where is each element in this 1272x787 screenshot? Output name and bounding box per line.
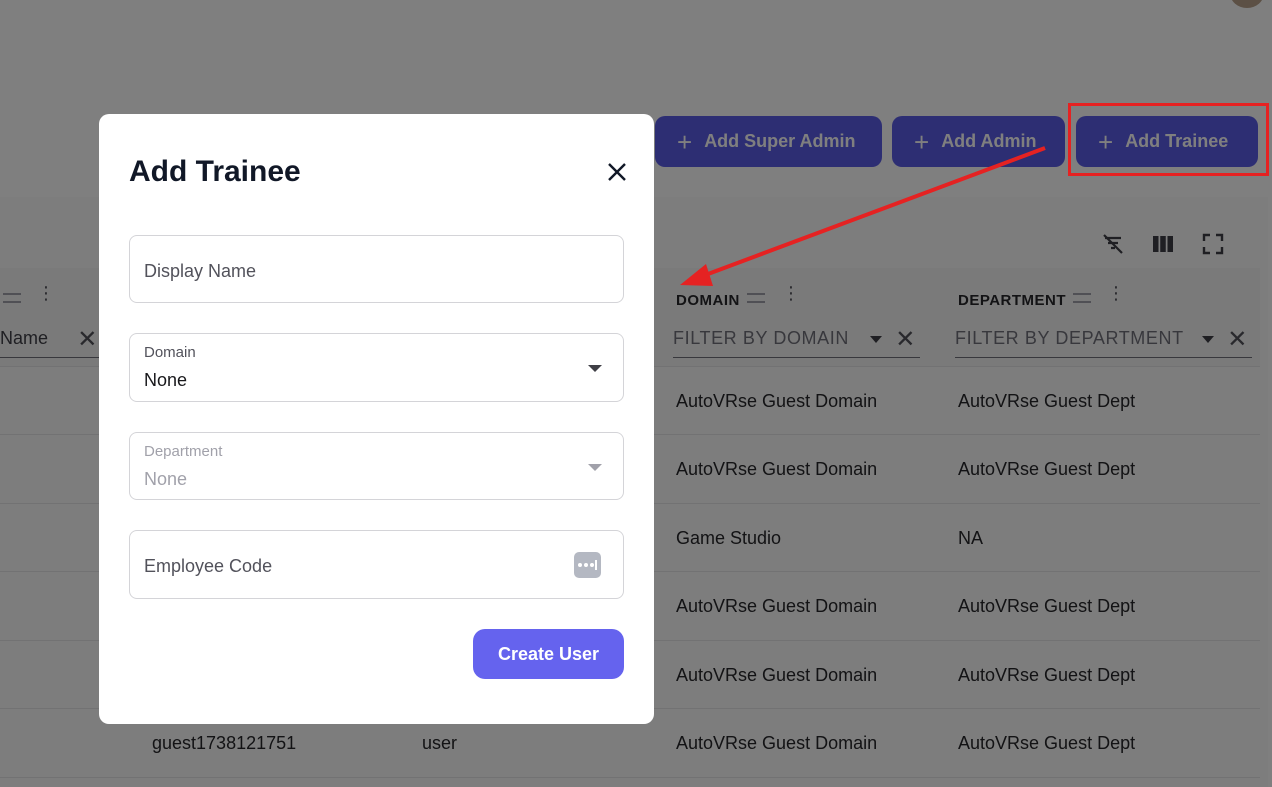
annotation-highlight-box [1068,103,1269,176]
employee-code-field[interactable]: Employee Code [129,530,624,599]
employee-code-placeholder: Employee Code [144,556,273,576]
department-select-value: None [144,469,188,489]
domain-select-label: Domain [144,344,196,361]
domain-select-value: None [144,370,188,390]
domain-select[interactable]: Domain None [129,333,624,402]
chevron-down-icon [588,464,602,471]
display-name-field[interactable]: Display Name [129,235,624,303]
close-icon[interactable] [605,160,629,184]
department-select: Department None [129,432,624,500]
create-user-button[interactable]: Create User [473,629,624,679]
display-name-placeholder: Display Name [144,261,257,281]
chevron-down-icon[interactable] [588,365,602,372]
department-select-label: Department [144,443,223,460]
dialog-title: Add Trainee [129,155,301,188]
add-trainee-dialog: Add Trainee Display Name Domain None Dep… [99,114,654,724]
password-manager-icon[interactable] [574,552,601,578]
